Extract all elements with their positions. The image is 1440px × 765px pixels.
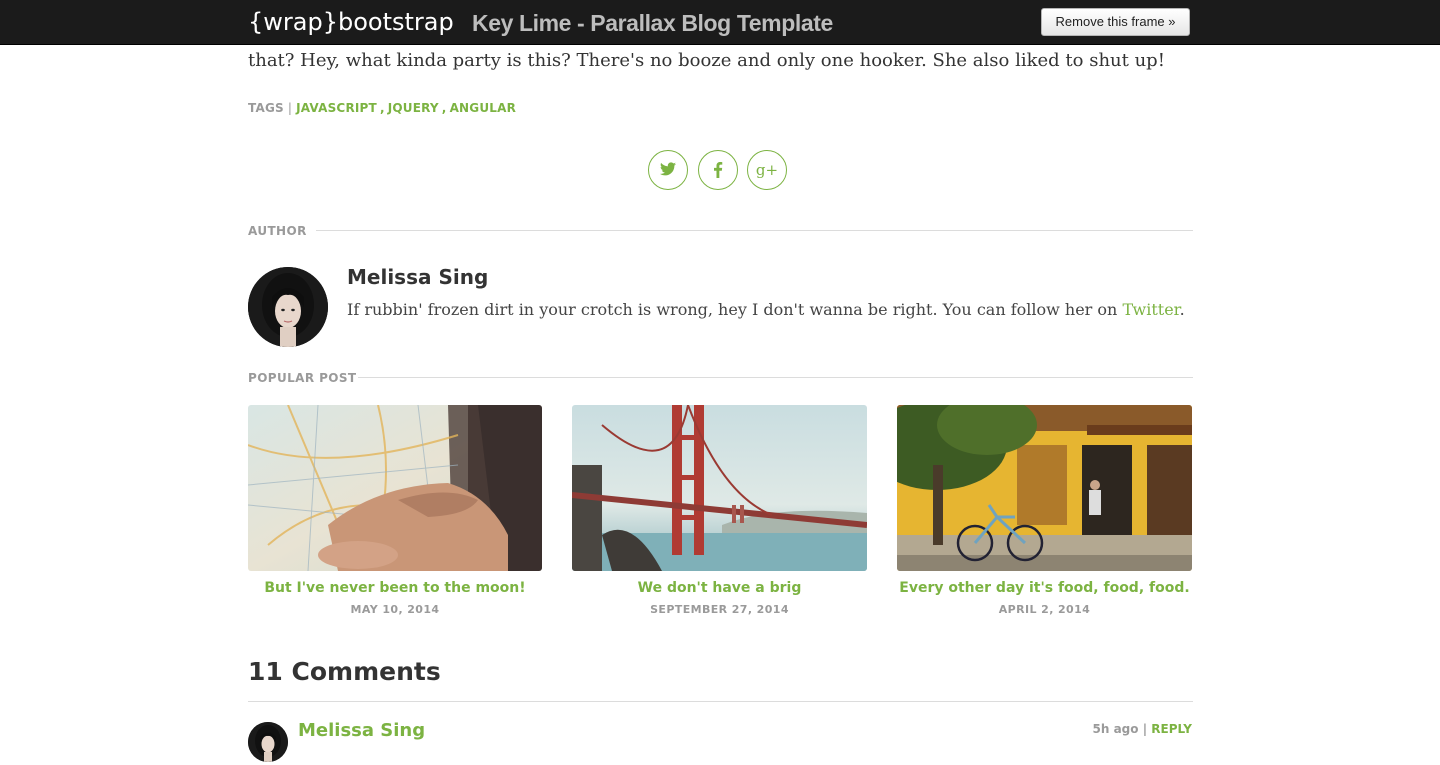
comment-meta: 5h ago | REPLY	[1093, 720, 1192, 738]
popular-divider	[358, 377, 1193, 378]
popular-post-date: APRIL 2, 2014	[998, 603, 1091, 616]
popular-post-card: We don't have a brig SEPTEMBER 27, 2014	[572, 405, 867, 618]
author-bio-end: .	[1179, 300, 1185, 319]
brand-close: }	[322, 8, 338, 36]
golden-gate-bridge-photo[interactable]	[572, 405, 867, 571]
author-twitter-link[interactable]: Twitter	[1122, 300, 1179, 319]
share-google-plus-button[interactable]: g+	[747, 150, 787, 190]
popular-post-date: SEPTEMBER 27, 2014	[650, 603, 789, 616]
brand-word: wrap	[263, 8, 323, 36]
tag-angular[interactable]: ANGULAR	[450, 101, 517, 115]
template-title: Key Lime - Parallax Blog Template	[472, 10, 833, 36]
brand-rest: bootstrap	[338, 8, 454, 36]
popular-post-card: Every other day it's food, food, food. A…	[897, 405, 1192, 618]
facebook-icon	[714, 162, 723, 178]
author-bio: If rubbin' frozen dirt in your crotch is…	[347, 298, 1185, 322]
author-bio-text: If rubbin' frozen dirt in your crotch is…	[347, 300, 1123, 319]
map-in-hand-photo[interactable]	[248, 405, 542, 571]
tags-row: TAGS | JAVASCRIPT, JQUERY, ANGULAR	[248, 101, 517, 115]
author-avatar	[248, 267, 328, 347]
top-bar: {wrap}bootstrap Key Lime - Parallax Blog…	[0, 0, 1440, 45]
brand-logo[interactable]: {wrap}bootstrap	[248, 6, 454, 38]
yellow-house-bicycle-photo[interactable]	[897, 405, 1192, 571]
twitter-icon	[660, 162, 676, 176]
tag-javascript[interactable]: JAVASCRIPT	[296, 101, 377, 115]
remove-frame-button[interactable]: Remove this frame »	[1041, 8, 1190, 36]
popular-post-title[interactable]: Every other day it's food, food, food.	[897, 578, 1192, 598]
popular-post-date: MAY 10, 2014	[350, 603, 440, 616]
author-name: Melissa Sing	[347, 265, 489, 289]
comment-meta-separator: |	[1142, 722, 1148, 736]
popular-post-card: But I've never been to the moon! MAY 10,…	[248, 405, 542, 618]
brand-open: {	[248, 8, 264, 36]
popular-post-title[interactable]: We don't have a brig	[572, 578, 867, 598]
author-section-label: AUTHOR	[248, 224, 307, 238]
comment-author-link[interactable]: Melissa Sing	[298, 718, 425, 744]
comment-time: 5h ago	[1092, 722, 1139, 736]
article-text: that? Hey, what kinda party is this? The…	[248, 50, 1165, 71]
author-divider	[316, 230, 1193, 231]
tag-jquery[interactable]: JQUERY	[388, 101, 439, 115]
popular-section-label: POPULAR POST	[248, 371, 357, 385]
share-facebook-button[interactable]	[698, 150, 738, 190]
comments-title: 11 Comments	[248, 657, 441, 686]
google-plus-icon: g+	[755, 161, 779, 179]
tags-separator: |	[287, 101, 293, 115]
comment-avatar	[248, 722, 288, 762]
comments-divider	[248, 701, 1193, 702]
comment-reply-link[interactable]: REPLY	[1151, 722, 1192, 736]
popular-post-title[interactable]: But I've never been to the moon!	[248, 578, 542, 598]
tags-label: TAGS	[248, 101, 284, 115]
share-twitter-button[interactable]	[648, 150, 688, 190]
